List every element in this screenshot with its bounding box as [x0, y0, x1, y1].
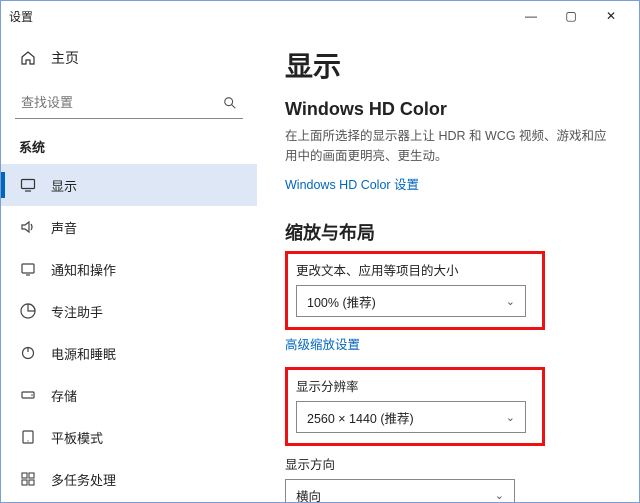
multitask-icon	[19, 470, 37, 488]
sidebar-item-label: 存储	[51, 386, 77, 405]
tablet-icon	[19, 428, 37, 446]
scale-heading: 缩放与布局	[285, 219, 611, 245]
sidebar-item-label: 显示	[51, 176, 77, 195]
hdcolor-desc: 在上面所选择的显示器上让 HDR 和 WCG 视频、游戏和应用中的画面更明亮、更…	[285, 126, 611, 166]
resolution-value: 2560 × 1440 (推荐)	[307, 408, 414, 427]
hdcolor-heading: Windows HD Color	[285, 99, 611, 120]
section-label: 系统	[1, 127, 257, 164]
power-icon	[19, 344, 37, 362]
hdcolor-link[interactable]: Windows HD Color 设置	[285, 174, 419, 193]
home-icon	[19, 49, 37, 67]
resolution-dropdown[interactable]: 2560 × 1440 (推荐) ⌄	[296, 401, 526, 433]
sidebar-item-label: 电源和睡眠	[51, 344, 116, 363]
sidebar-item-notifications[interactable]: 通知和操作	[1, 248, 257, 290]
scale-label: 更改文本、应用等项目的大小	[296, 260, 534, 279]
page-title: 显示	[285, 45, 611, 85]
focus-icon	[19, 302, 37, 320]
highlight-scale: 更改文本、应用等项目的大小 100% (推荐) ⌄	[285, 251, 545, 330]
sidebar-item-tablet[interactable]: 平板模式	[1, 416, 257, 458]
orientation-value: 横向	[296, 486, 321, 503]
home-button[interactable]: 主页	[1, 39, 257, 77]
scale-dropdown[interactable]: 100% (推荐) ⌄	[296, 285, 526, 317]
search-field[interactable]	[21, 95, 223, 110]
sidebar-item-label: 专注助手	[51, 302, 103, 321]
storage-icon	[19, 386, 37, 404]
advanced-scale-link[interactable]: 高级缩放设置	[285, 334, 360, 353]
search-input[interactable]	[15, 87, 243, 119]
sidebar: 主页 系统 显示 声音 通知和操作	[1, 31, 257, 502]
sidebar-item-focus[interactable]: 专注助手	[1, 290, 257, 332]
sidebar-item-label: 通知和操作	[51, 260, 116, 279]
sidebar-item-label: 声音	[51, 218, 77, 237]
highlight-resolution: 显示分辨率 2560 × 1440 (推荐) ⌄	[285, 367, 545, 446]
orientation-label: 显示方向	[285, 454, 611, 473]
sidebar-item-display[interactable]: 显示	[1, 164, 257, 206]
sidebar-item-storage[interactable]: 存储	[1, 374, 257, 416]
nav-list: 显示 声音 通知和操作 专注助手 电源和睡眠	[1, 164, 257, 494]
sidebar-item-multitask[interactable]: 多任务处理	[1, 458, 257, 494]
chevron-down-icon: ⌄	[495, 489, 504, 502]
sound-icon	[19, 218, 37, 236]
maximize-button[interactable]: ▢	[551, 1, 591, 31]
notifications-icon	[19, 260, 37, 278]
scale-value: 100% (推荐)	[307, 292, 376, 311]
sidebar-item-label: 平板模式	[51, 428, 103, 447]
sidebar-item-label: 多任务处理	[51, 470, 116, 489]
sidebar-item-sound[interactable]: 声音	[1, 206, 257, 248]
chevron-down-icon: ⌄	[506, 295, 515, 308]
chevron-down-icon: ⌄	[506, 411, 515, 424]
minimize-button[interactable]: —	[511, 1, 551, 31]
sidebar-item-power[interactable]: 电源和睡眠	[1, 332, 257, 374]
resolution-label: 显示分辨率	[296, 376, 534, 395]
titlebar: 设置 — ▢ ✕	[1, 1, 639, 31]
search-icon	[223, 96, 237, 110]
window-controls: — ▢ ✕	[511, 1, 631, 31]
content-pane: 显示 Windows HD Color 在上面所选择的显示器上让 HDR 和 W…	[257, 31, 639, 502]
window-title: 设置	[9, 8, 33, 25]
close-button[interactable]: ✕	[591, 1, 631, 31]
display-icon	[19, 176, 37, 194]
home-label: 主页	[51, 48, 79, 68]
orientation-dropdown[interactable]: 横向 ⌄	[285, 479, 515, 502]
